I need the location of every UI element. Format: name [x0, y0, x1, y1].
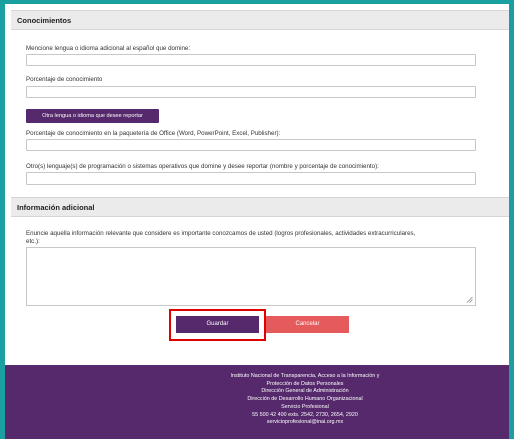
additional-info-textarea[interactable]	[26, 247, 476, 306]
footer-line: 55 500 42 400 exts. 2542, 2730, 2654, 29…	[252, 411, 358, 418]
additional-label-line2: etc.):	[26, 238, 40, 245]
footer-line: Instituto Nacional de Transparencia, Acc…	[230, 373, 380, 379]
office-input[interactable]	[26, 139, 476, 151]
programming-input[interactable]	[26, 172, 476, 185]
programming-label: Otro(s) lenguaje(s) de programación o si…	[26, 163, 379, 170]
footer-email[interactable]: servicioprofesional@inai.org.mx	[155, 419, 455, 427]
percent-input[interactable]	[26, 86, 476, 98]
other-language-button[interactable]: Otra lengua o idioma que desee reportar	[26, 109, 159, 123]
additional-label-line1: Enuncie aquella información relevante qu…	[26, 230, 416, 237]
footer-line: Dirección de Desarrollo Humano Organizac…	[247, 396, 363, 403]
office-label: Porcentaje de conocimiento en la paquete…	[26, 130, 281, 137]
resize-grip-icon[interactable]	[466, 296, 473, 303]
footer-contact: Instituto Nacional de Transparencia, Acc…	[155, 373, 455, 427]
language-input[interactable]	[26, 54, 476, 66]
language-label: Mencione lengua o idioma adicional al es…	[26, 45, 191, 52]
save-button[interactable]: Guardar	[176, 316, 259, 333]
footer-line: Protección de Datos Personales	[266, 380, 344, 387]
cancel-button[interactable]: Cancelar	[266, 316, 349, 333]
section-title-additional: Información adicional	[11, 197, 509, 217]
percent-label: Porcentaje de conocimiento	[26, 76, 103, 83]
footer: Instituto Nacional de Transparencia, Acc…	[5, 365, 509, 439]
footer-line: Servicio Profesional	[281, 403, 329, 410]
section-title-knowledge: Conocimientos	[11, 10, 509, 30]
footer-line: Dirección General de Administración	[261, 388, 349, 395]
